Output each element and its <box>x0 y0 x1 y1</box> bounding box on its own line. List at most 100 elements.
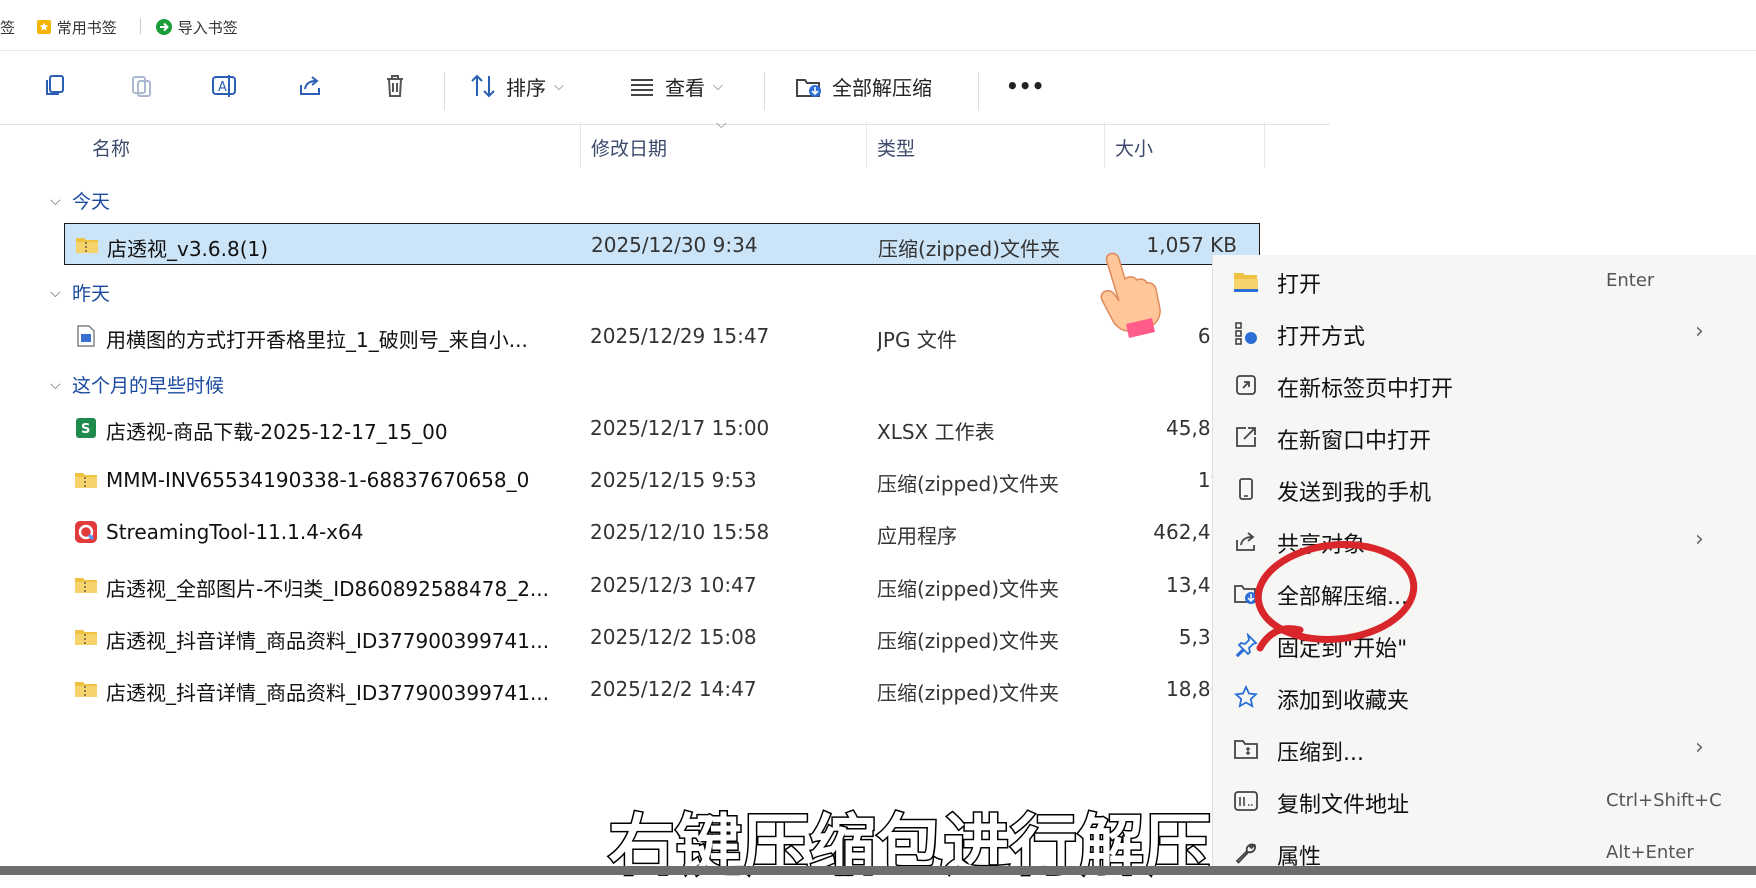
file-row[interactable]: 用横图的方式打开香格里拉_1_破则号_来自小... 2025/12/29 15:… <box>64 315 1260 357</box>
menu-item-shortcut: Enter <box>1606 270 1655 291</box>
menu-item-label: 打开 <box>1277 273 1322 298</box>
phone-icon <box>1233 476 1259 502</box>
import-arrow-icon <box>156 19 172 35</box>
file-row[interactable]: 店透视_抖音详情_商品资料_ID377900399741... 2025/12/… <box>64 616 1260 658</box>
menu-item-compress-to[interactable]: 压缩到... › <box>1213 723 1756 775</box>
sort-label: 排序 <box>506 75 546 100</box>
menu-item-label: 打开方式 <box>1277 325 1366 350</box>
file-name: 店透视_v3.6.8(1) <box>107 237 269 261</box>
sort-chevron-icon: ⌵ <box>716 116 727 132</box>
menu-item-send-to-phone[interactable]: 发送到我的手机 <box>1213 463 1756 515</box>
chevron-down-icon: ⌵ <box>50 192 61 209</box>
chevron-down-icon: ⌵ <box>713 78 723 94</box>
file-row[interactable]: S 店透视-商品下载-2025-12-17_15_00 2025/12/17 1… <box>64 407 1260 449</box>
bookmarks-bar: 签 常用书签 导入书签 <box>0 0 1756 51</box>
group-earlier-this-month[interactable]: ⌵ 这个月的早些时候 <box>50 371 224 398</box>
bookmark-import[interactable]: 导入书签 <box>155 17 238 38</box>
chevron-down-icon: ⌵ <box>554 78 564 94</box>
extract-all-button[interactable]: 全部解压缩 <box>794 68 932 104</box>
menu-item-add-favorites[interactable]: 添加到收藏夹 <box>1213 671 1756 723</box>
bookmark-import-label: 导入书签 <box>177 19 238 37</box>
rename-icon: A <box>210 71 240 101</box>
more-icon: ••• <box>1006 74 1045 98</box>
more-button[interactable]: ••• <box>1006 68 1044 104</box>
app-icon <box>75 521 97 543</box>
sort-button[interactable]: 排序 ⌵ <box>468 68 564 104</box>
new-tab-icon <box>1233 372 1259 398</box>
explorer-toolbar: A 排序 ⌵ 查看 ⌵ 全部解压缩 ••• <box>0 50 1330 125</box>
file-type: JPG 文件 <box>877 328 957 352</box>
file-name: 店透视-商品下载-2025-12-17_15_00 <box>106 420 448 444</box>
sort-icon <box>468 71 498 101</box>
menu-item-shortcut: Alt+Enter <box>1606 842 1694 863</box>
menu-item-open-with[interactable]: 打开方式 › <box>1213 307 1756 359</box>
group-label: 昨天 <box>72 283 111 305</box>
svg-text:A: A <box>218 80 227 95</box>
file-row[interactable]: 店透视_v3.6.8(1) 2025/12/30 9:34 压缩(zipped)… <box>64 223 1260 265</box>
star-icon <box>1233 684 1259 710</box>
trash-icon <box>380 71 410 101</box>
file-type: XLSX 工作表 <box>877 420 995 444</box>
zip-folder-icon <box>75 630 97 645</box>
chevron-down-icon: ⌵ <box>50 376 61 393</box>
view-button[interactable]: 查看 ⌵ <box>627 68 723 104</box>
column-header-size[interactable]: 大小 <box>1115 134 1153 161</box>
file-date: 2025/12/10 15:58 <box>590 520 770 544</box>
cut-icon <box>40 71 70 101</box>
column-header-date[interactable]: 修改日期 <box>591 134 667 161</box>
menu-item-label: 复制文件地址 <box>1277 793 1410 818</box>
file-date: 2025/12/3 10:47 <box>590 573 757 597</box>
delete-button[interactable] <box>380 68 410 104</box>
share-button[interactable] <box>295 68 325 104</box>
bookmark-partial[interactable]: 签 <box>0 17 15 38</box>
file-date: 2025/12/2 14:47 <box>590 677 757 701</box>
file-type: 压缩(zipped)文件夹 <box>878 237 1061 261</box>
file-date: 2025/12/29 15:47 <box>590 324 770 348</box>
column-divider[interactable] <box>1264 122 1265 168</box>
menu-item-open-new-tab[interactable]: 在新标签页中打开 <box>1213 359 1756 411</box>
column-header-name[interactable]: 名称 <box>92 134 130 161</box>
menu-item-label: 在新窗口中打开 <box>1277 429 1432 454</box>
compress-icon <box>1233 736 1259 762</box>
file-row[interactable]: StreamingTool-11.1.4-x64 2025/12/10 15:5… <box>64 511 1260 553</box>
rename-button[interactable]: A <box>210 68 240 104</box>
file-type: 压缩(zipped)文件夹 <box>877 681 1060 705</box>
chevron-down-icon: ⌵ <box>50 284 61 301</box>
copy-button[interactable] <box>126 68 156 104</box>
zip-folder-icon <box>75 473 97 488</box>
group-label: 今天 <box>72 191 111 213</box>
bookmark-divider <box>140 18 141 34</box>
bookmark-common[interactable]: 常用书签 <box>36 17 117 38</box>
menu-item-open[interactable]: 打开 Enter <box>1213 255 1756 307</box>
menu-item-label: 添加到收藏夹 <box>1277 689 1410 714</box>
file-type: 压缩(zipped)文件夹 <box>877 629 1060 653</box>
chevron-right-icon: › <box>1695 527 1704 552</box>
menu-item-label: 压缩到... <box>1277 741 1364 766</box>
chevron-right-icon: › <box>1695 735 1704 760</box>
view-label: 查看 <box>665 75 705 100</box>
file-row[interactable]: MMM-INV65534190338-1-68837670658_0 2025/… <box>64 459 1260 501</box>
chevron-right-icon: › <box>1695 319 1704 344</box>
toolbar-divider <box>444 72 445 110</box>
cut-button[interactable] <box>40 68 70 104</box>
file-date: 2025/12/2 15:08 <box>590 625 757 649</box>
column-divider[interactable] <box>866 122 867 168</box>
column-divider[interactable] <box>1104 122 1105 168</box>
bottom-bar <box>0 866 1756 875</box>
extract-all-label: 全部解压缩 <box>832 75 932 100</box>
toolbar-divider <box>764 72 765 110</box>
group-today[interactable]: ⌵ 今天 <box>50 187 110 214</box>
file-name: MMM-INV65534190338-1-68837670658_0 <box>106 468 530 492</box>
group-yesterday[interactable]: ⌵ 昨天 <box>50 279 110 306</box>
column-divider[interactable] <box>580 122 581 168</box>
column-header-type[interactable]: 类型 <box>877 134 915 161</box>
file-row[interactable]: 店透视_全部图片-不归类_ID860892588478_2... 2025/12… <box>64 564 1260 606</box>
file-row[interactable]: 店透视_抖音详情_商品资料_ID377900399741... 2025/12/… <box>64 668 1260 710</box>
file-date: 2025/12/15 9:53 <box>590 468 757 492</box>
extract-icon <box>794 71 824 101</box>
file-name: 店透视_抖音详情_商品资料_ID377900399741... <box>106 681 550 705</box>
menu-item-copy-path[interactable]: 复制文件地址 Ctrl+Shift+C <box>1213 775 1756 827</box>
svg-text:S: S <box>81 422 90 437</box>
file-type: 压缩(zipped)文件夹 <box>877 472 1060 496</box>
menu-item-open-new-window[interactable]: 在新窗口中打开 <box>1213 411 1756 463</box>
